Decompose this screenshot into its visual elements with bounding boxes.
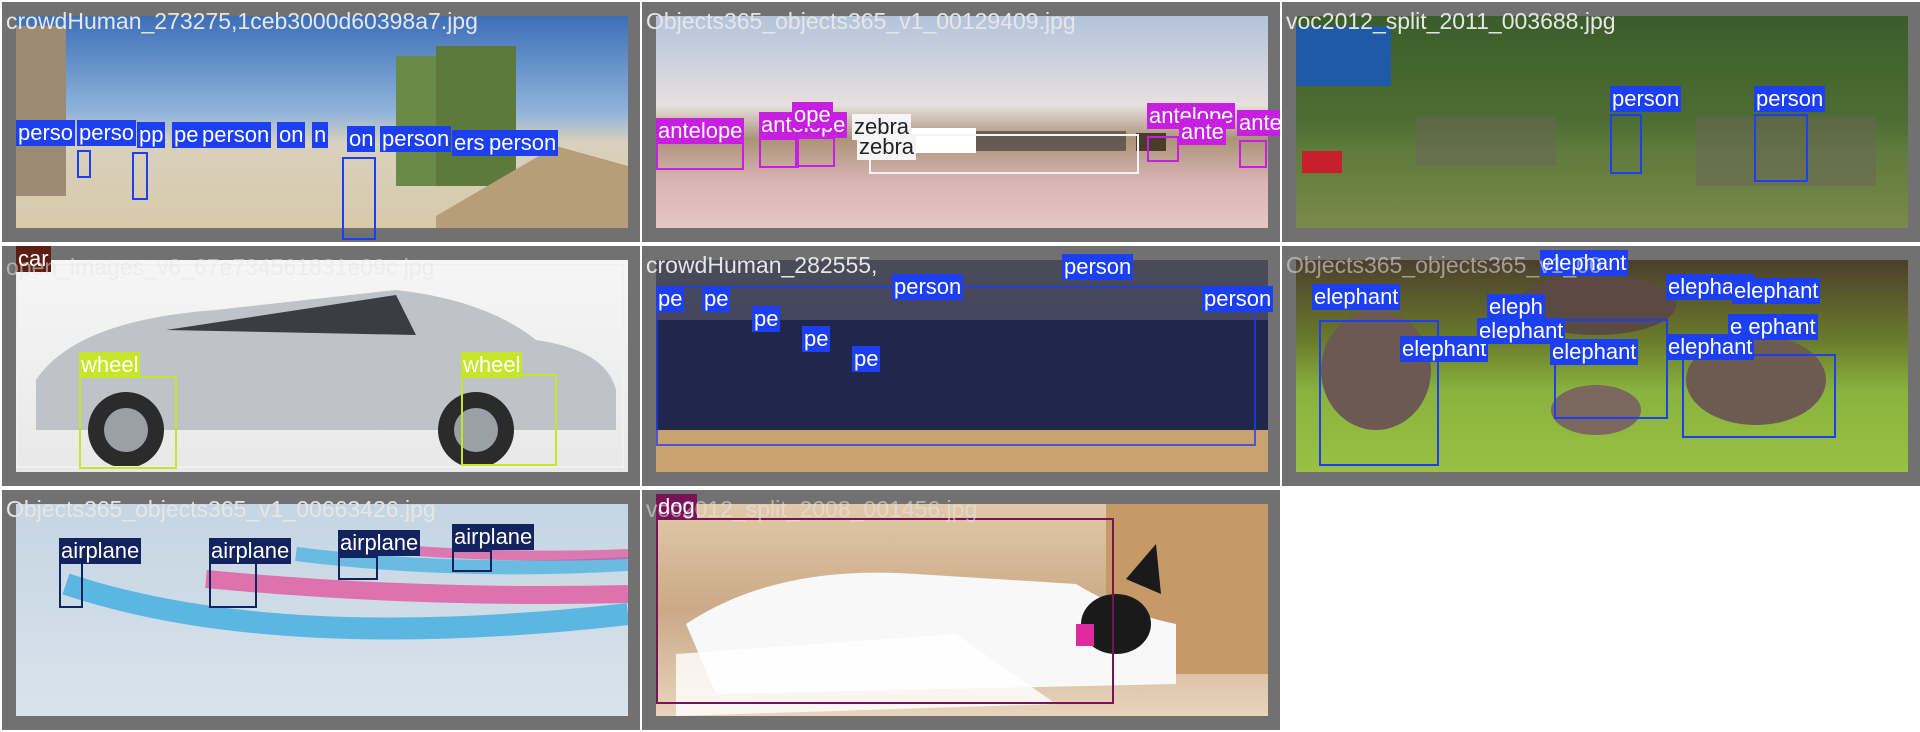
bbox-person (656, 286, 1256, 446)
bbox-antelope (759, 138, 799, 168)
label-airplane: airplane (59, 538, 142, 564)
image-tile[interactable]: person person voc2012_split_2011_003688.… (1282, 2, 1920, 242)
bbox-elephant (1554, 319, 1668, 419)
bbox-person (342, 157, 376, 240)
label-person: person (1610, 86, 1682, 112)
label-person: on (277, 122, 306, 148)
image-filename: Objects365_objects365_v1_00129409.jpg (646, 8, 1076, 34)
image-tile[interactable]: antelope antelope ope zebra zebra antelo… (642, 2, 1280, 242)
label-person: person (200, 122, 272, 148)
bbox-airplane (59, 562, 83, 608)
label-person: perso (16, 120, 76, 146)
label-antelope: ope (792, 102, 833, 128)
label-person: pe (702, 286, 731, 312)
bbox-antelope (795, 137, 835, 167)
bbox-person (1754, 114, 1808, 182)
label-antelope: antelope (656, 118, 745, 144)
label-person: pe (852, 346, 881, 372)
scene-illustration (62, 544, 628, 640)
label-person: person (1062, 254, 1134, 280)
bbox-antelope (1239, 140, 1267, 168)
image-tile[interactable]: dog voc2012_split_2008_001456.jpg (642, 490, 1280, 730)
photo-airshow (16, 504, 628, 716)
image-tile[interactable]: car wheel wheel open_images_v6_67e734561… (2, 246, 640, 486)
label-elephant: elephant (1312, 284, 1401, 310)
image-filename: open_images_v6_67e734561831e09c.jpg (6, 254, 435, 280)
image-tile[interactable]: perso perso pp pe person on n on person … (2, 2, 640, 242)
image-filename: Objects365_objects365_v1_00 (1286, 252, 1602, 278)
scene-illustration (1296, 26, 1876, 186)
image-tile[interactable]: elephant elephant elephant elephant elep… (1282, 246, 1920, 486)
label-person: pe (172, 122, 201, 148)
image-filename: voc2012_split_2008_001456.jpg (646, 496, 978, 522)
label-person: person (380, 126, 452, 152)
label-person: n (312, 122, 329, 148)
label-zebra: zebra (857, 134, 917, 160)
label-wheel: wheel (79, 352, 141, 378)
label-antelope: ante (1179, 119, 1226, 145)
label-elephant: eleph (1487, 294, 1545, 320)
image-filename: Objects365_objects365_v1_00663426.jpg (6, 496, 436, 522)
image-tile[interactable]: airplane airplane airplane airplane Obje… (2, 490, 640, 730)
label-elephant: e ephant (1728, 314, 1818, 340)
label-person: perso (77, 120, 137, 146)
image-filename: crowdHuman_273275,1ceb3000d60398a7.jpg (6, 8, 478, 34)
bbox-person (1610, 114, 1642, 174)
label-airplane: airplane (338, 530, 421, 556)
bbox-airplane (452, 550, 492, 572)
bbox-wheel (79, 376, 177, 469)
label-person: person (1202, 286, 1274, 312)
bbox-elephant (1682, 354, 1836, 438)
label-antelope: antelope (1237, 110, 1280, 136)
label-elephant: elephant (1732, 278, 1821, 304)
bbox-antelope (1147, 136, 1179, 162)
bbox-dog (656, 518, 1114, 704)
bbox-airplane (209, 562, 257, 608)
label-person: on (347, 126, 376, 152)
image-tile[interactable]: person person person pe pe pe pe pe crow… (642, 246, 1280, 486)
image-filename: crowdHuman_282555, (646, 252, 878, 278)
label-person: pp (137, 122, 166, 148)
label-person: pe (802, 326, 831, 352)
photo-picnic (1296, 16, 1908, 228)
label-person: pe (656, 286, 685, 312)
label-person: person (487, 130, 559, 156)
label-airplane: airplane (452, 524, 535, 550)
label-person: pe (752, 306, 781, 332)
bbox-airplane (338, 556, 378, 580)
bbox-wheel (461, 374, 557, 466)
bbox-person (132, 152, 148, 200)
label-person: ers (452, 130, 487, 156)
image-filename: voc2012_split_2011_003688.jpg (1286, 8, 1616, 34)
label-airplane: airplane (209, 538, 292, 564)
label-person: person (892, 274, 964, 300)
bbox-person (77, 150, 91, 178)
label-person: person (1754, 86, 1826, 112)
label-elephant: elephant (1400, 336, 1489, 362)
label-wheel: wheel (461, 352, 523, 378)
label-elephant: elephant (1550, 339, 1639, 365)
